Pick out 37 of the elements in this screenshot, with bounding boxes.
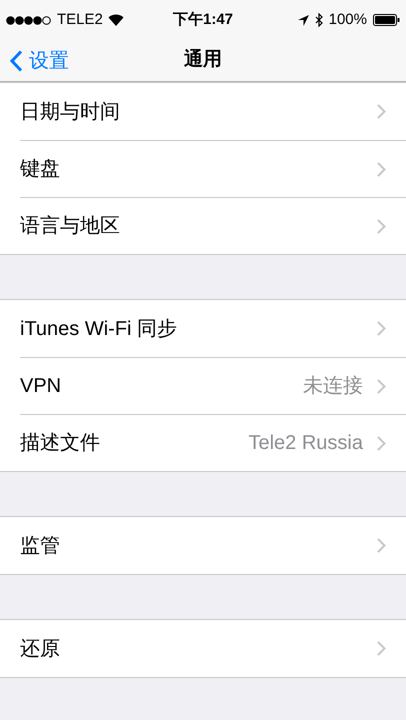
wifi-icon xyxy=(108,14,124,26)
settings-row[interactable]: 日期与时间 xyxy=(20,83,386,140)
back-button[interactable]: 设置 xyxy=(0,46,69,76)
row-label: 描述文件 xyxy=(20,431,101,456)
status-time: 下午1:47 xyxy=(172,10,234,30)
back-chevron-icon xyxy=(10,50,23,72)
bluetooth-icon xyxy=(314,13,323,27)
row-label: 语言与地区 xyxy=(20,214,121,239)
settings-row[interactable]: 监管 xyxy=(20,517,386,574)
chevron-icon xyxy=(377,641,386,656)
row-value: Tele2 Russia xyxy=(248,431,363,456)
row-label: 日期与时间 xyxy=(20,100,121,124)
row-label: iTunes Wi-Fi 同步 xyxy=(20,316,178,342)
settings-row[interactable]: 键盘 xyxy=(20,141,386,197)
row-label: 键盘 xyxy=(20,157,61,182)
battery-icon xyxy=(373,14,400,26)
location-arrow-icon xyxy=(298,14,309,26)
carrier-name: TELE2 xyxy=(57,10,103,30)
signal-icon xyxy=(6,16,52,24)
row-value: 未连接 xyxy=(303,374,363,399)
chevron-icon xyxy=(377,378,386,394)
nav-title: 通用 xyxy=(184,48,222,72)
chevron-icon xyxy=(377,218,386,234)
chevron-icon xyxy=(377,162,386,176)
chevron-icon xyxy=(377,104,386,119)
row-label: VPN xyxy=(20,374,62,399)
settings-row[interactable]: 描述文件 Tele2 Russia xyxy=(20,415,386,471)
chevron-icon xyxy=(377,321,386,336)
settings-row[interactable]: VPN 未连接 xyxy=(20,358,386,414)
row-label: 监管 xyxy=(20,534,61,558)
settings-row[interactable]: 语言与地区 xyxy=(20,198,386,254)
chevron-icon xyxy=(377,436,386,450)
settings-row[interactable]: iTunes Wi-Fi 同步 xyxy=(20,300,386,357)
battery-percent: 100% xyxy=(328,10,367,30)
settings-row[interactable]: 还原 xyxy=(20,620,386,677)
chevron-icon xyxy=(377,538,386,553)
row-label: 还原 xyxy=(20,636,61,662)
